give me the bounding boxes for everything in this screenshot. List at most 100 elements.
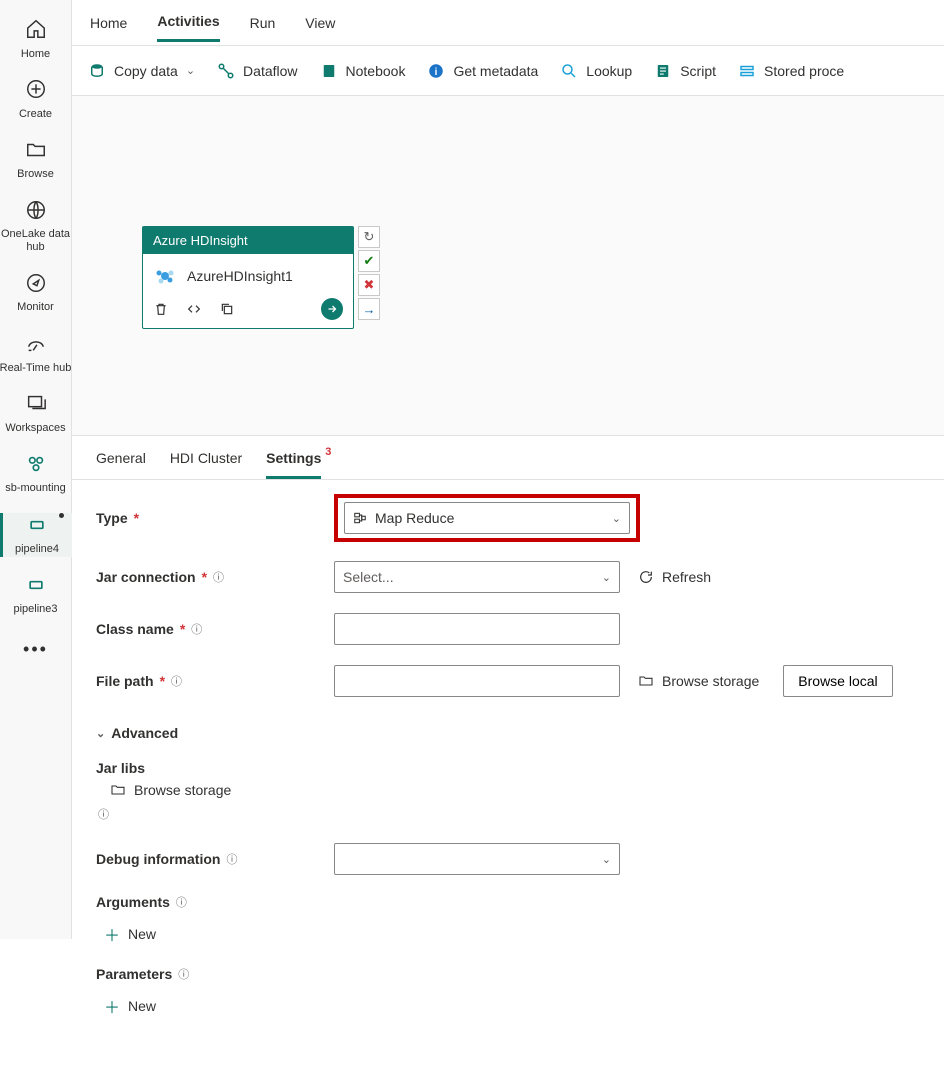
folder-icon	[110, 782, 126, 798]
nav-browse[interactable]: Browse	[0, 139, 72, 181]
browse-local-button[interactable]: Browse local	[783, 665, 892, 697]
tab-hdi-cluster[interactable]: HDI Cluster	[170, 450, 242, 479]
nav-pipeline4[interactable]: pipeline4	[0, 513, 72, 557]
port-failure[interactable]: ✖	[358, 274, 380, 296]
browse-storage-button[interactable]: Browse storage	[638, 673, 759, 689]
plus-icon: ＋	[104, 994, 120, 1018]
jar-libs-browse-storage[interactable]: Browse storage	[110, 782, 231, 798]
toolbar-label: Lookup	[586, 63, 632, 79]
tab-settings[interactable]: Settings 3	[266, 450, 321, 479]
lookup-button[interactable]: Lookup	[560, 62, 632, 80]
nav-workspaces[interactable]: Workspaces	[0, 392, 72, 434]
nav-label: sb-mounting	[5, 482, 66, 494]
pipeline-canvas[interactable]: Azure HDInsight AzureHDInsight1	[72, 96, 944, 436]
home-icon	[0, 18, 72, 44]
settings-form: Type* Map Reduce ⌄ Jar connection* ⓘ	[72, 480, 944, 1070]
port-completion[interactable]: ↻	[358, 226, 380, 248]
refresh-button[interactable]: Refresh	[638, 569, 711, 585]
nav-onelake[interactable]: OneLake data hub	[0, 199, 72, 254]
tab-label: Settings	[266, 450, 321, 466]
nav-label: Browse	[17, 168, 54, 180]
svg-text:i: i	[435, 66, 438, 77]
toolbar-label: Dataflow	[243, 63, 297, 79]
notebook-button[interactable]: Notebook	[320, 62, 406, 80]
chevron-down-icon: ⌄	[602, 571, 611, 584]
plus-circle-icon	[0, 78, 72, 104]
folder-icon	[638, 673, 654, 689]
tab-general[interactable]: General	[96, 450, 146, 479]
info-icon[interactable]: ⓘ	[178, 966, 189, 982]
tab-home[interactable]: Home	[90, 15, 127, 41]
delete-icon[interactable]	[153, 301, 169, 317]
file-path-label: File path* ⓘ	[96, 673, 334, 689]
compass-icon	[0, 272, 72, 298]
nav-label: Create	[19, 108, 52, 120]
run-activity-button[interactable]	[321, 298, 343, 320]
info-icon[interactable]: ⓘ	[176, 894, 187, 910]
ribbon-tabs: Home Activities Run View	[72, 0, 944, 46]
port-skip[interactable]: →	[358, 298, 380, 320]
activity-node[interactable]: Azure HDInsight AzureHDInsight1	[142, 226, 354, 329]
code-icon[interactable]	[185, 301, 203, 317]
toolbar-label: Get metadata	[453, 63, 538, 79]
main-area: Home Activities Run View Copy data ⌄ Dat…	[72, 0, 944, 939]
nav-create[interactable]: Create	[0, 78, 72, 120]
tab-run[interactable]: Run	[250, 15, 276, 41]
toolbar-label: Script	[680, 63, 716, 79]
nav-realtime[interactable]: Real-Time hub	[0, 332, 72, 374]
jar-connection-placeholder: Select...	[343, 569, 394, 585]
dataflow-icon	[217, 62, 235, 80]
copy-icon[interactable]	[219, 301, 235, 317]
activity-name: AzureHDInsight1	[187, 268, 293, 284]
nav-more[interactable]: •••	[23, 639, 48, 660]
nav-label: OneLake data hub	[1, 228, 70, 253]
speed-icon	[0, 332, 72, 358]
hdinsight-icon	[153, 264, 177, 288]
jar-connection-label: Jar connection* ⓘ	[96, 569, 334, 585]
info-icon: i	[427, 62, 445, 80]
script-button[interactable]: Script	[654, 62, 716, 80]
debug-info-label: Debug information ⓘ	[96, 851, 334, 867]
nav-label: pipeline3	[13, 603, 57, 615]
stored-procedure-button[interactable]: Stored proce	[738, 62, 844, 80]
nav-monitor[interactable]: Monitor	[0, 272, 72, 314]
tab-view[interactable]: View	[305, 15, 335, 41]
pipeline-icon	[0, 575, 72, 599]
info-icon[interactable]: ⓘ	[226, 851, 237, 867]
nav-home[interactable]: Home	[0, 18, 72, 60]
toolbar-label: Copy data	[114, 63, 178, 79]
nav-workspace-sb[interactable]: sb-mounting	[0, 453, 72, 495]
refresh-icon	[638, 569, 654, 585]
chevron-down-icon: ⌄	[96, 727, 105, 740]
plus-icon: ＋	[104, 922, 120, 946]
copy-data-button[interactable]: Copy data ⌄	[88, 62, 195, 80]
nav-label: Monitor	[17, 301, 54, 313]
file-path-input[interactable]	[334, 665, 620, 697]
parameters-add-new[interactable]: ＋ New	[96, 994, 156, 1018]
notebook-icon	[320, 62, 338, 80]
port-success[interactable]: ✔	[358, 250, 380, 272]
debug-info-select[interactable]: ⌄	[334, 843, 620, 875]
nav-pipeline3[interactable]: pipeline3	[0, 575, 72, 615]
class-name-input[interactable]	[334, 613, 620, 645]
dataflow-button[interactable]: Dataflow	[217, 62, 297, 80]
type-value: Map Reduce	[375, 510, 454, 526]
activity-settings-tabs: General HDI Cluster Settings 3	[72, 436, 944, 480]
tab-activities[interactable]: Activities	[157, 13, 219, 42]
info-icon[interactable]: ⓘ	[98, 809, 109, 821]
advanced-toggle[interactable]: ⌄ Advanced	[96, 725, 178, 741]
search-icon	[560, 62, 578, 80]
pipeline-icon	[3, 515, 72, 539]
activities-toolbar: Copy data ⌄ Dataflow Notebook i Get meta…	[72, 46, 944, 96]
get-metadata-button[interactable]: i Get metadata	[427, 62, 538, 80]
info-icon[interactable]: ⓘ	[171, 673, 182, 689]
jar-connection-select[interactable]: Select... ⌄	[334, 561, 620, 593]
stored-proc-icon	[738, 62, 756, 80]
info-icon[interactable]: ⓘ	[213, 569, 224, 585]
workspace-icon	[0, 453, 72, 479]
type-select[interactable]: Map Reduce ⌄	[344, 502, 630, 534]
type-label: Type*	[96, 510, 334, 526]
nav-label: Home	[21, 48, 50, 60]
arguments-add-new[interactable]: ＋ New	[96, 922, 156, 946]
info-icon[interactable]: ⓘ	[191, 621, 202, 637]
